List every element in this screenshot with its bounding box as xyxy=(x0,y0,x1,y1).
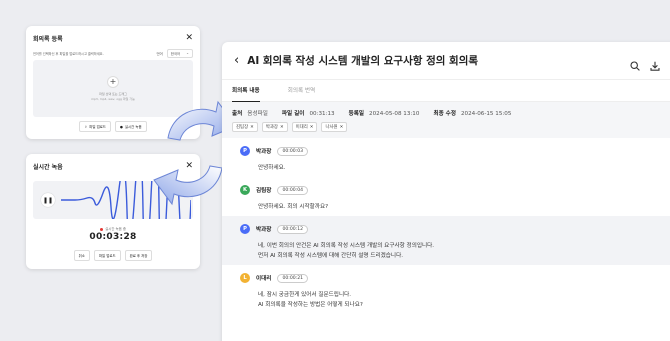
file-upload-button[interactable]: ⇪ 파일 업로드 xyxy=(79,121,111,132)
participant-name: 이대리 xyxy=(295,125,308,130)
utterance-line: 안녕하세요. xyxy=(258,165,286,171)
source-label: 출처 xyxy=(232,111,243,117)
utterance-line: 네, 이번 회의의 안건은 AI 회의록 작성 시스템 개발의 요구사항 정의입… xyxy=(258,243,435,250)
utterance[interactable]: P 박과장 00:00:12 네, 이번 회의의 안건은 AI 회의록 작성 시… xyxy=(222,216,670,266)
participant-chip[interactable]: 김팀장 ✕ xyxy=(232,122,258,132)
realtime-record-button[interactable]: ● 실시간 녹음 xyxy=(114,121,147,132)
language-label: 언어 xyxy=(156,51,163,56)
recording-status: 실시간 녹음 중 xyxy=(105,227,126,231)
plus-icon[interactable]: + xyxy=(107,76,119,88)
file-upload-button[interactable]: 파일 업로드 xyxy=(93,250,121,261)
participant-chip[interactable]: 이대리 ✕ xyxy=(291,122,318,132)
participant-chips: 김팀장 ✕ 박과장 ✕ 이대리 ✕ 나사원 ✕ xyxy=(232,122,670,132)
registered-label: 등록일 xyxy=(348,111,365,117)
language-select[interactable]: 한국어 ⌄ xyxy=(166,48,193,58)
upload-dialog-title: 회의록 등록 xyxy=(33,35,63,43)
close-icon[interactable]: ✕ xyxy=(185,33,193,43)
dropzone-formats: mp3, mp4, wav, ogg 파일 가능 xyxy=(91,97,135,101)
utterance-line: 안녕하세요. 회의 시작할까요? xyxy=(258,204,329,211)
timestamp-badge[interactable]: 00:00:03 xyxy=(277,146,309,156)
utterance-text: 네, 이번 회의의 안건은 AI 회의록 작성 시스템 개발의 요구사항 정의입… xyxy=(258,241,670,261)
utterance-text: 안녕하세요. 회의 시작할까요? xyxy=(258,202,670,212)
upload-icon: ⇪ xyxy=(84,124,88,129)
record-dialog-title: 실시간 녹음 xyxy=(33,163,63,171)
mic-icon: ● xyxy=(119,124,123,129)
cancel-button[interactable]: 취소 xyxy=(73,250,90,261)
meeting-detail-panel: ‹ AI 회의록 작성 시스템 개발의 요구사항 정의 회의록 회의록 내용 회… xyxy=(222,42,670,341)
pause-icon[interactable]: ❚❚ xyxy=(41,193,55,207)
speaker-name: 박과장 xyxy=(256,227,272,234)
utterance[interactable]: L 이대리 00:00:21 네, 잠시 궁금한게 있어서 질문드립니다. AI… xyxy=(222,265,670,314)
tab-minutes-translation[interactable]: 회의록 번역 xyxy=(288,80,316,102)
file-upload-label: 파일 업로드 xyxy=(89,125,106,129)
close-icon[interactable]: ✕ xyxy=(310,125,314,130)
avatar: P xyxy=(240,224,250,235)
upload-hint: 언어를 선택하신 후 파일을 업로드하시고 클릭하세요. xyxy=(33,51,104,56)
length-value: 00:31:13 xyxy=(309,111,335,117)
registered-value: 2024-05-08 13:10 xyxy=(369,111,420,117)
timestamp-badge[interactable]: 00:00:12 xyxy=(277,224,309,234)
recording-timer: 00:03:28 xyxy=(89,232,137,242)
download-icon[interactable] xyxy=(650,56,660,75)
dropzone-text: 파일 선택 또는 드래그 xyxy=(99,92,127,96)
close-icon[interactable]: ✕ xyxy=(340,125,344,130)
timestamp-badge[interactable]: 00:00:21 xyxy=(277,273,309,283)
realtime-record-label: 실시간 녹음 xyxy=(124,125,142,129)
timestamp-badge[interactable]: 00:00:04 xyxy=(277,185,309,195)
utterance-text: 안녕하세요. xyxy=(258,163,670,173)
save-after-complete-button[interactable]: 완료 후 저장 xyxy=(124,250,153,261)
chevron-down-icon: ⌄ xyxy=(186,51,189,55)
participant-name: 김팀장 xyxy=(236,125,249,130)
participant-chip[interactable]: 박과장 ✕ xyxy=(261,122,288,132)
participant-name: 박과장 xyxy=(265,125,278,130)
close-icon[interactable]: ✕ xyxy=(250,125,254,130)
utterance-line: 먼저 AI 회의록 작성 시스템에 대해 간단히 설명 드리겠습니다. xyxy=(258,253,403,260)
source-value: 음성파일 xyxy=(247,111,268,117)
page-title: AI 회의록 작성 시스템 개발의 요구사항 정의 회의록 xyxy=(247,55,479,67)
speaker-name: 김팀장 xyxy=(256,188,272,195)
tab-minutes-content[interactable]: 회의록 내용 xyxy=(232,80,260,102)
chevron-left-icon[interactable]: ‹ xyxy=(234,54,239,67)
participant-chip[interactable]: 나사원 ✕ xyxy=(321,122,348,132)
tab-bar: 회의록 내용 회의록 번역 xyxy=(222,80,670,102)
avatar: P xyxy=(240,146,250,156)
utterance[interactable]: P 박과장 00:00:03 안녕하세요. xyxy=(222,138,670,177)
utterance-text: 네, 잠시 궁금한게 있어서 질문드립니다. AI 회의록을 작성하는 방법은 … xyxy=(258,290,670,310)
modified-label: 최종 수정 xyxy=(433,111,456,117)
meeting-meta: 출처 음성파일 파일 길이 00:31:13 등록일 2024-05-08 13:10… xyxy=(222,102,670,138)
language-value: 한국어 xyxy=(170,51,181,56)
utterance-line: AI 회의록을 작성하는 방법은 어떻게 되나요? xyxy=(258,302,363,309)
speaker-name: 박과장 xyxy=(256,149,272,155)
avatar: K xyxy=(240,185,250,196)
participant-name: 나사원 xyxy=(325,125,338,130)
length-label: 파일 길이 xyxy=(281,111,305,117)
modified-value: 2024-06-15 15:05 xyxy=(460,111,512,117)
recording-indicator xyxy=(100,227,104,231)
utterance-line: 네, 잠시 궁금한게 있어서 질문드립니다. xyxy=(258,292,352,299)
speaker-name: 이대리 xyxy=(256,276,272,283)
utterance[interactable]: K 김팀장 00:00:04 안녕하세요. 회의 시작할까요? xyxy=(222,177,670,216)
close-icon[interactable]: ✕ xyxy=(280,125,284,130)
search-icon[interactable] xyxy=(630,56,640,75)
avatar: L xyxy=(240,273,250,284)
